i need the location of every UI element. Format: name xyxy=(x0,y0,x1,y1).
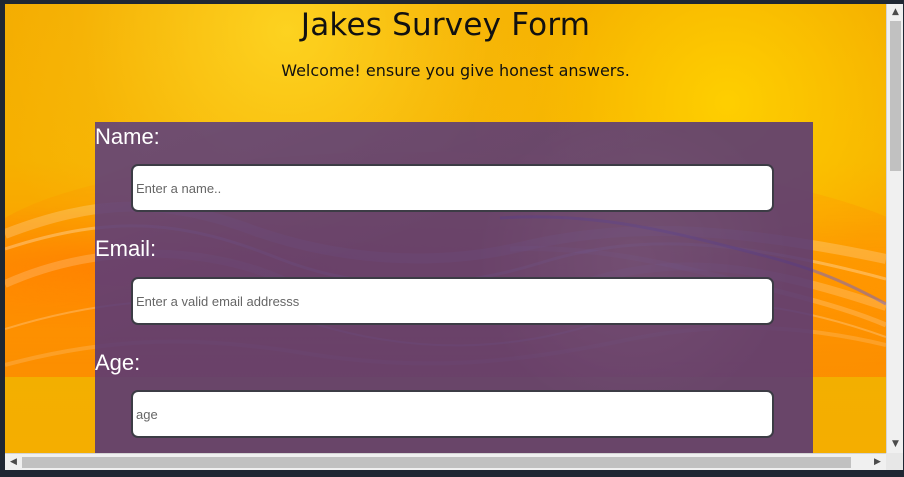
browser-window: Jakes Survey Form Welcome! ensure you gi… xyxy=(0,0,904,477)
email-input[interactable] xyxy=(131,277,774,325)
vertical-scroll-thumb[interactable] xyxy=(890,21,901,171)
triangle-left-icon[interactable]: ◀ xyxy=(5,454,22,471)
horizontal-scrollbar[interactable]: ◀ ▶ xyxy=(5,453,886,470)
survey-form-panel: Name: Email: Age: xyxy=(95,122,813,453)
horizontal-scroll-thumb[interactable] xyxy=(22,457,851,468)
triangle-down-icon[interactable]: ▼ xyxy=(887,436,904,453)
triangle-right-icon[interactable]: ▶ xyxy=(869,454,886,471)
vertical-scrollbar[interactable]: ▲ ▼ xyxy=(886,4,903,453)
age-label: Age: xyxy=(95,350,141,375)
name-input[interactable] xyxy=(131,164,774,212)
age-input[interactable] xyxy=(131,390,774,438)
triangle-up-icon[interactable]: ▲ xyxy=(887,4,904,21)
page-viewport[interactable]: Jakes Survey Form Welcome! ensure you gi… xyxy=(5,4,886,453)
email-label: Email: xyxy=(95,236,157,261)
scrollbar-corner xyxy=(886,453,903,470)
page-subtitle: Welcome! ensure you give honest answers. xyxy=(281,61,630,80)
name-label: Name: xyxy=(95,124,160,149)
page-title: Jakes Survey Form xyxy=(300,7,591,43)
